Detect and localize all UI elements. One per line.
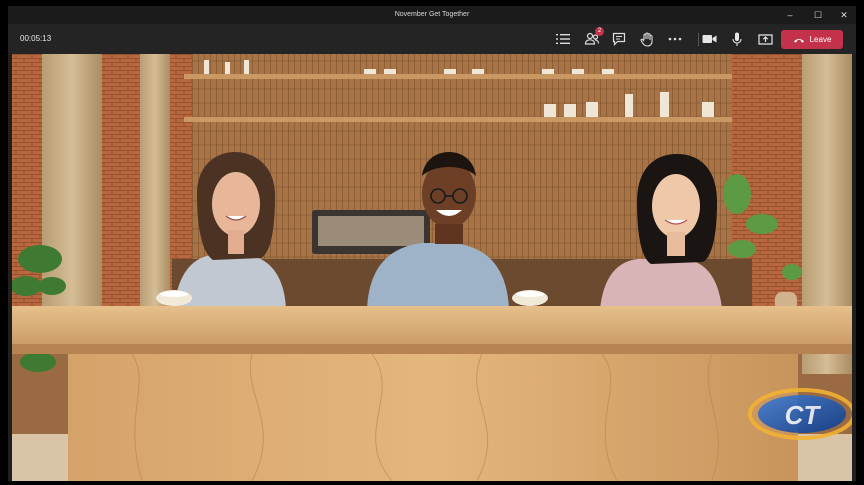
list-icon[interactable] [553, 29, 573, 49]
microphone-icon[interactable] [727, 29, 747, 49]
title-bar: November Get Together – ☐ ✕ [8, 6, 856, 24]
desk-front [68, 354, 798, 481]
meeting-toolbar: 00:05:13 2 Leave [8, 24, 856, 54]
chat-icon[interactable] [609, 29, 629, 49]
shelf-middle [184, 117, 732, 122]
more-icon[interactable] [665, 29, 685, 49]
window-title: November Get Together [394, 11, 470, 18]
desk-edge [12, 344, 852, 354]
participants-badge: 2 [595, 27, 604, 36]
minimize-button[interactable]: – [776, 6, 804, 24]
leave-button[interactable]: Leave [781, 30, 843, 49]
meeting-timer: 00:05:13 [20, 34, 52, 43]
floor [12, 434, 68, 481]
together-mode-stage: CT [12, 54, 852, 481]
desk-top [12, 306, 852, 348]
ct-watermark-logo: CT [748, 388, 852, 440]
coffee-cup-left [156, 290, 192, 306]
coffee-cup-center [512, 290, 548, 306]
meeting-window: November Get Together – ☐ ✕ 00:05:13 2 L… [8, 6, 856, 481]
share-icon[interactable] [755, 29, 775, 49]
participants-button[interactable]: 2 [582, 27, 604, 49]
shelf-top [184, 74, 732, 79]
raise-hand-icon[interactable] [637, 29, 657, 49]
leave-label: Leave [809, 35, 832, 44]
camera-icon[interactable] [699, 29, 719, 49]
curtain-left-inner [140, 54, 170, 314]
phone-hangup-icon [793, 38, 804, 43]
ct-watermark-text: CT [785, 400, 822, 430]
maximize-button[interactable]: ☐ [804, 6, 832, 24]
close-button[interactable]: ✕ [830, 6, 856, 24]
